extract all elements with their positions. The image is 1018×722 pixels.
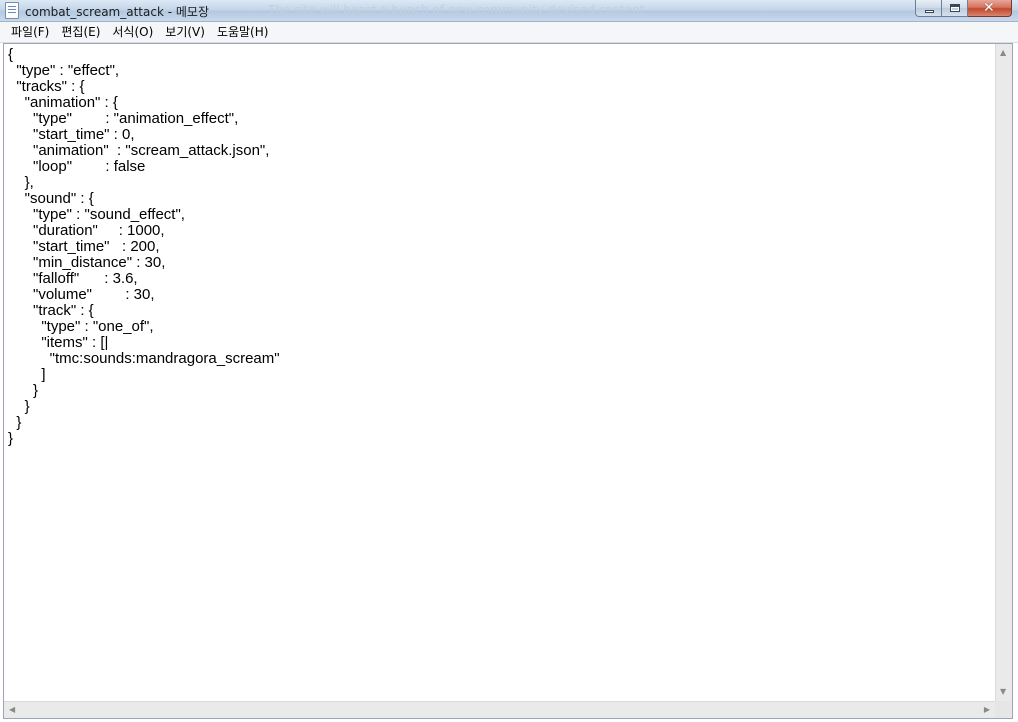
scroll-right-icon[interactable]: ▶ [984, 706, 990, 714]
close-button[interactable]: ✕ [968, 0, 1012, 17]
caption-buttons: ✕ [915, 0, 1012, 18]
background-window-title: The site will boast a bunch of new commu… [268, 3, 645, 17]
maximize-button[interactable] [942, 0, 968, 17]
menu-help[interactable]: 도움말(H) [211, 23, 275, 42]
menu-bar: 파일(F) 편집(E) 서식(O) 보기(V) 도움말(H) [0, 22, 1018, 43]
maximize-icon [950, 4, 960, 12]
vertical-scrollbar[interactable]: ▲ ▼ [995, 44, 1012, 701]
editor-area[interactable]: { "type" : "effect", "tracks" : { "anima… [3, 43, 1013, 719]
minimize-button[interactable] [915, 0, 942, 17]
close-icon: ✕ [983, 0, 995, 16]
menu-file[interactable]: 파일(F) [5, 23, 55, 42]
window-title: combat_scream_attack - 메모장 [25, 5, 209, 19]
editor-text[interactable]: { "type" : "effect", "tracks" : { "anima… [8, 47, 992, 697]
horizontal-scrollbar[interactable]: ◀ ▶ [4, 701, 995, 718]
menu-edit[interactable]: 편집(E) [55, 23, 106, 42]
scroll-down-icon[interactable]: ▼ [1000, 688, 1006, 696]
scroll-up-icon[interactable]: ▲ [1000, 49, 1006, 57]
minimize-icon [925, 10, 934, 13]
menu-view[interactable]: 보기(V) [159, 23, 211, 42]
notepad-icon[interactable] [5, 2, 19, 19]
title-bar[interactable]: combat_scream_attack - 메모장 The site will… [0, 0, 1018, 22]
menu-format[interactable]: 서식(O) [106, 23, 159, 42]
scroll-left-icon[interactable]: ◀ [9, 706, 15, 714]
scrollbar-corner [995, 701, 1012, 718]
